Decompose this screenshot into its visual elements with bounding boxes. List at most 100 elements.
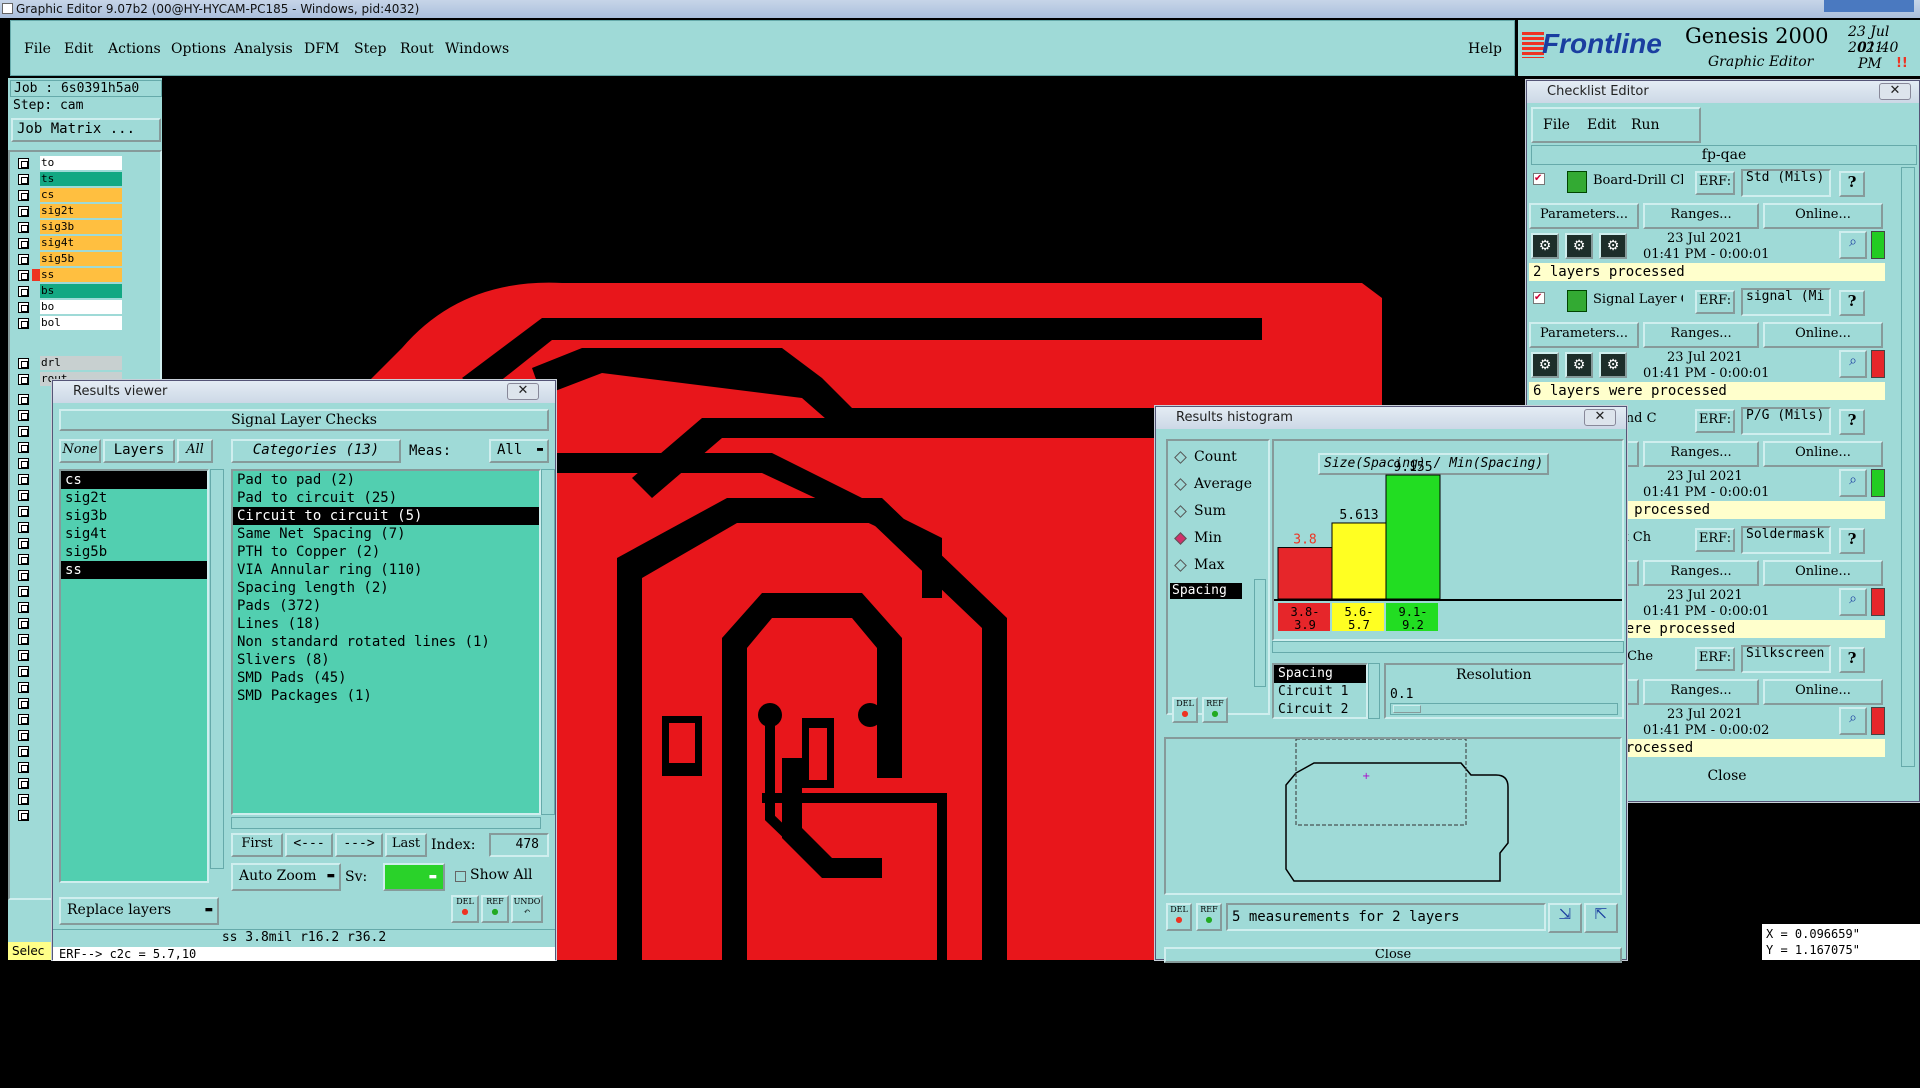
layer-checkbox[interactable] bbox=[18, 222, 29, 233]
checklist-menu-edit[interactable]: Edit bbox=[1587, 117, 1616, 133]
result-layer-item[interactable]: sig2t bbox=[61, 489, 207, 507]
layer-checkbox[interactable] bbox=[18, 490, 29, 501]
layer-checkbox[interactable] bbox=[18, 554, 29, 565]
report-icon[interactable]: ⇱ bbox=[1584, 903, 1618, 933]
layer-checkbox[interactable] bbox=[18, 762, 29, 773]
run-icon[interactable]: ⚙ bbox=[1531, 233, 1559, 259]
layer-checkbox[interactable] bbox=[18, 634, 29, 645]
layer-item[interactable]: to bbox=[40, 156, 122, 170]
zoom-icon[interactable]: ⌕ bbox=[1839, 469, 1867, 497]
statistic-option[interactable]: Count bbox=[1174, 449, 1264, 467]
layer-item[interactable]: ss bbox=[40, 268, 122, 282]
layer-checkbox[interactable] bbox=[18, 618, 29, 629]
result-layer-item[interactable]: sig4t bbox=[61, 525, 207, 543]
checklist-menu-file[interactable]: File bbox=[1543, 117, 1570, 133]
footer-ref-button[interactable]: REF ● bbox=[1196, 903, 1222, 931]
layer-checkbox[interactable] bbox=[18, 318, 29, 329]
layer-item[interactable]: sig3b bbox=[40, 220, 122, 234]
result-layer-item[interactable]: sig3b bbox=[61, 507, 207, 525]
category-item[interactable]: Pad to circuit (25) bbox=[233, 489, 539, 507]
online-button[interactable]: Online... bbox=[1763, 322, 1883, 348]
layer-checkbox[interactable] bbox=[18, 410, 29, 421]
layer-checkbox[interactable] bbox=[18, 810, 29, 821]
ranges-button[interactable]: Ranges... bbox=[1643, 441, 1759, 467]
layer-item[interactable]: sig2t bbox=[40, 204, 122, 218]
ranges-button[interactable]: Ranges... bbox=[1643, 203, 1759, 229]
ranges-button[interactable]: Ranges... bbox=[1643, 560, 1759, 586]
layer-checkbox[interactable] bbox=[18, 174, 29, 185]
close-icon[interactable]: ✕ bbox=[507, 383, 539, 400]
last-button[interactable]: Last bbox=[385, 833, 427, 857]
layer-checkbox[interactable] bbox=[18, 474, 29, 485]
histogram-field-item[interactable]: Spacing bbox=[1170, 583, 1242, 599]
layer-checkbox[interactable] bbox=[18, 682, 29, 693]
menu-dfm[interactable]: DFM bbox=[304, 41, 339, 57]
online-button[interactable]: Online... bbox=[1763, 441, 1883, 467]
hist-del-button[interactable]: DEL ● bbox=[1172, 697, 1198, 723]
menu-windows[interactable]: Windows bbox=[445, 41, 509, 57]
check-enabled-icon[interactable]: ✔ bbox=[1533, 292, 1545, 304]
category-item[interactable]: Same Net Spacing (7) bbox=[233, 525, 539, 543]
layer-checkbox[interactable] bbox=[18, 286, 29, 297]
layer-checkbox[interactable] bbox=[18, 158, 29, 169]
pause-indicator[interactable]: !! bbox=[1896, 56, 1908, 71]
checklist-titlebar[interactable]: Checklist Editor ✕ bbox=[1527, 81, 1919, 103]
sv-color-select[interactable]: ▬ bbox=[383, 863, 445, 891]
sub-list-scrollbar[interactable] bbox=[1368, 663, 1380, 719]
category-list[interactable]: Pad to pad (2) Pad to circuit (25) Circuit… bbox=[231, 469, 541, 815]
online-button[interactable]: Online... bbox=[1763, 203, 1883, 229]
layer-item[interactable]: bs bbox=[40, 284, 122, 298]
menu-rout[interactable]: Rout bbox=[400, 41, 434, 57]
erf-field[interactable]: Silkscreen bbox=[1741, 645, 1831, 673]
layer-checkbox[interactable] bbox=[18, 746, 29, 757]
ranges-button[interactable]: Ranges... bbox=[1643, 679, 1759, 705]
auto-zoom-select[interactable]: Auto Zoom ▬ bbox=[231, 863, 341, 891]
prev-button[interactable]: <--- bbox=[285, 833, 333, 857]
category-hscroll[interactable] bbox=[231, 817, 541, 829]
category-item[interactable]: SMD Packages (1) bbox=[233, 687, 539, 705]
histogram-sub-list[interactable]: Spacing Circuit 1 Circuit 2 bbox=[1272, 663, 1368, 719]
help-icon[interactable]: ? bbox=[1839, 409, 1865, 435]
window-controls[interactable] bbox=[1824, 0, 1914, 12]
run-icon[interactable]: ⚙ bbox=[1599, 233, 1627, 259]
layer-checkbox[interactable] bbox=[18, 270, 29, 281]
layer-checkbox[interactable] bbox=[18, 442, 29, 453]
layers-button[interactable]: Layers bbox=[103, 439, 175, 463]
layer-checkbox[interactable] bbox=[18, 394, 29, 405]
index-input[interactable]: 478 bbox=[489, 833, 549, 857]
result-layer-item[interactable]: cs bbox=[61, 471, 207, 489]
erf-field[interactable]: Soldermask bbox=[1741, 526, 1831, 554]
layer-checkbox[interactable] bbox=[18, 374, 29, 385]
zoom-icon[interactable]: ⌕ bbox=[1839, 588, 1867, 616]
layer-item[interactable]: sig4t bbox=[40, 236, 122, 250]
layer-checkbox[interactable] bbox=[18, 358, 29, 369]
parameters-button[interactable]: Parameters... bbox=[1529, 203, 1639, 229]
category-item[interactable]: Pad to pad (2) bbox=[233, 471, 539, 489]
layer-checkbox[interactable] bbox=[18, 794, 29, 805]
histogram-sub-item[interactable]: Spacing bbox=[1274, 665, 1366, 683]
category-item[interactable]: VIA Annular ring (110) bbox=[233, 561, 539, 579]
board-preview[interactable]: + bbox=[1164, 737, 1622, 895]
select-indicator[interactable]: Selec bbox=[8, 942, 56, 960]
parameters-button[interactable]: Parameters... bbox=[1529, 322, 1639, 348]
checklist-scrollbar[interactable] bbox=[1901, 167, 1915, 767]
check-enabled-icon[interactable]: ✔ bbox=[1533, 173, 1545, 185]
category-item[interactable]: Slivers (8) bbox=[233, 651, 539, 669]
none-button[interactable]: None bbox=[59, 439, 101, 463]
erf-field[interactable]: P/G (Mils) bbox=[1741, 407, 1831, 435]
histogram-titlebar[interactable]: Results histogram ✕ bbox=[1156, 407, 1626, 429]
erf-button[interactable]: ERF: bbox=[1695, 290, 1735, 314]
show-all-checkbox[interactable] bbox=[455, 871, 466, 882]
category-item[interactable]: PTH to Copper (2) bbox=[233, 543, 539, 561]
erf-button[interactable]: ERF: bbox=[1695, 171, 1735, 195]
job-matrix-button[interactable]: Job Matrix ... bbox=[11, 118, 161, 142]
menu-file[interactable]: File bbox=[24, 41, 51, 57]
footer-del-button[interactable]: DEL ● bbox=[1166, 903, 1192, 931]
help-icon[interactable]: ? bbox=[1839, 528, 1865, 554]
field-list-scrollbar[interactable] bbox=[1254, 579, 1266, 687]
layer-checkbox[interactable] bbox=[18, 302, 29, 313]
menu-edit[interactable]: Edit bbox=[64, 41, 93, 57]
hist-ref-button[interactable]: REF ● bbox=[1202, 697, 1228, 723]
erf-button[interactable]: ERF: bbox=[1695, 528, 1735, 552]
zoom-icon[interactable]: ⌕ bbox=[1839, 707, 1867, 735]
